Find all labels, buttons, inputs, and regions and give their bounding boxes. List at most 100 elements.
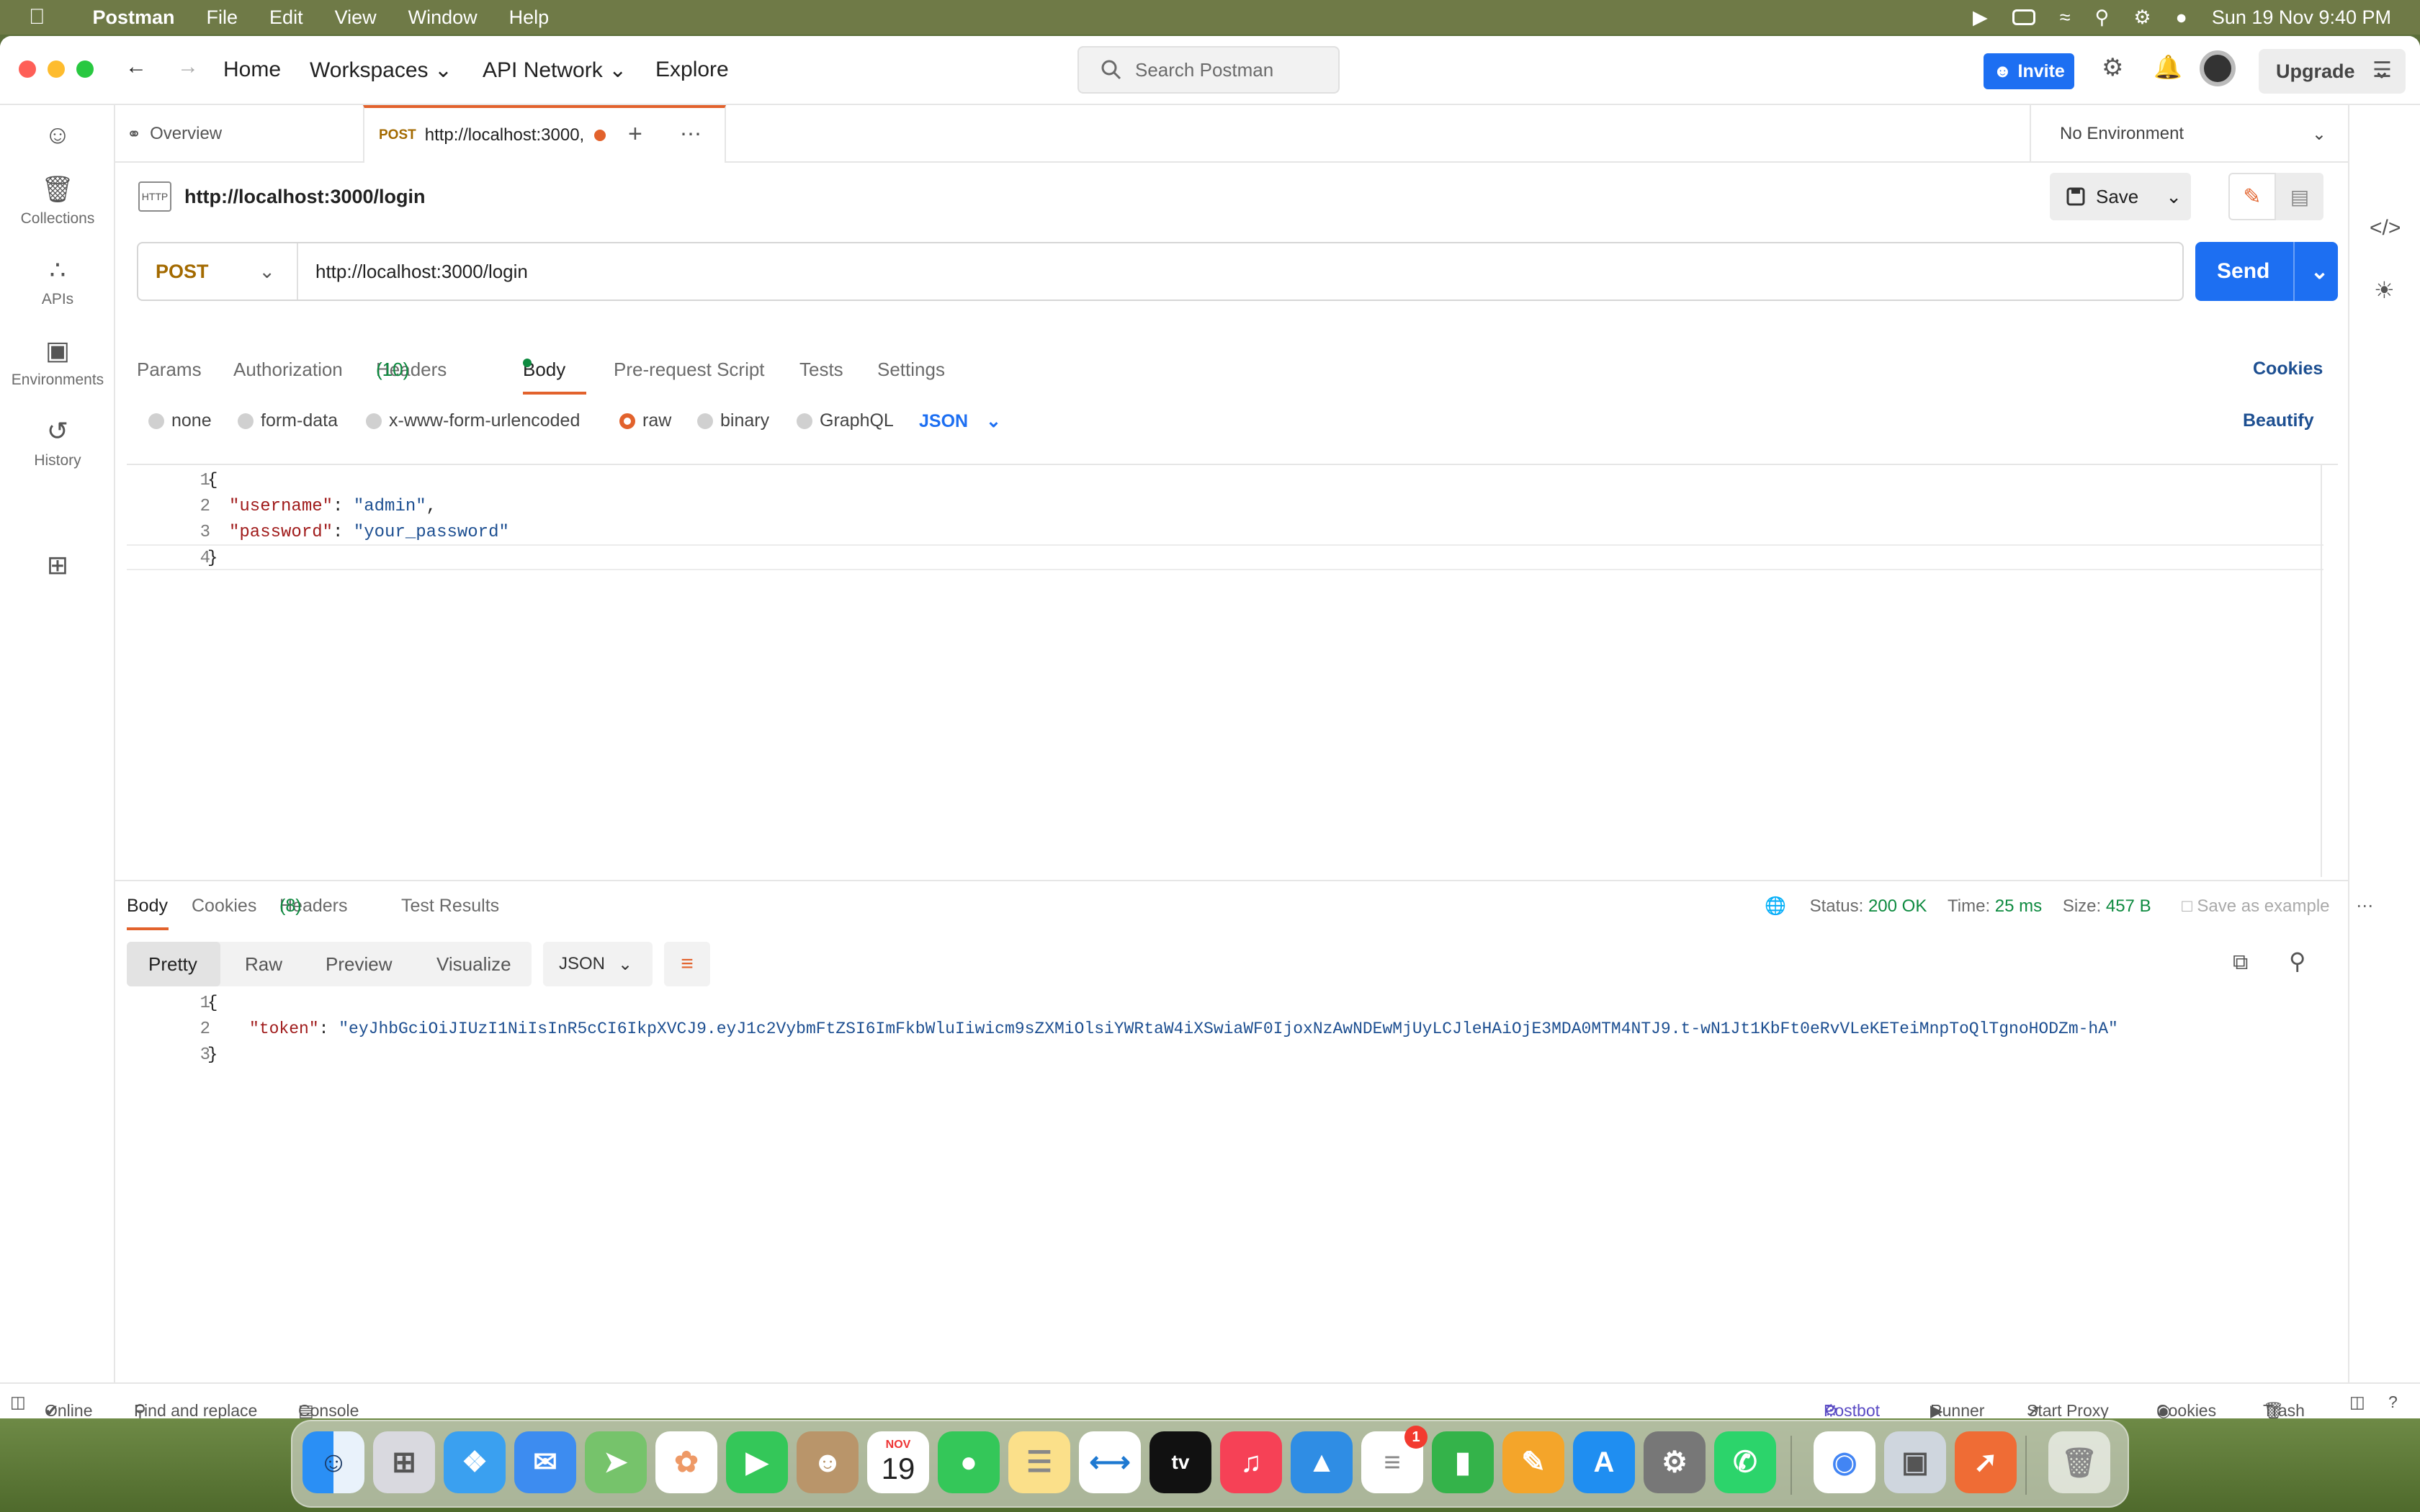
tab-authorization[interactable]: Authorization: [233, 359, 343, 381]
view-pretty[interactable]: Pretty: [148, 953, 197, 976]
more-options-icon[interactable]: ⋯: [2356, 896, 2373, 916]
status-code[interactable]: 200 OK: [1868, 896, 1927, 916]
radio-none[interactable]: none: [148, 410, 212, 431]
workspaces-menu[interactable]: Workspaces ⌄: [310, 58, 452, 83]
vscode-icon[interactable]: ⟷: [1079, 1431, 1141, 1493]
search-response-icon[interactable]: ⚲: [2289, 948, 2305, 975]
environment-select[interactable]: No Environment ⌄: [2030, 105, 2348, 163]
response-divider[interactable]: [115, 880, 2348, 881]
finder-icon[interactable]: ☺: [302, 1431, 364, 1493]
chrome-icon[interactable]: ◉: [1814, 1431, 1876, 1493]
close-window-button[interactable]: [19, 60, 36, 78]
view-preview[interactable]: Preview: [326, 953, 392, 976]
spotlight-icon[interactable]: ⚲: [2095, 6, 2110, 29]
wrap-lines-icon[interactable]: ≡: [664, 942, 710, 986]
explore-link[interactable]: Explore: [655, 58, 729, 82]
back-arrow-icon[interactable]: ←: [125, 55, 147, 79]
pages-icon[interactable]: ✎: [1502, 1431, 1564, 1493]
response-size[interactable]: 457 B: [2106, 896, 2151, 916]
menu-edit[interactable]: Edit: [269, 6, 303, 29]
menu-view[interactable]: View: [335, 6, 377, 29]
response-body-viewer[interactable]: 1 2 3 { "token": "eyJhbGciOiJIUzI1NiIsIn…: [127, 994, 2338, 1066]
sidebar-item-apis[interactable]: ∴ APIs: [0, 255, 115, 308]
play-icon[interactable]: ▶: [1973, 6, 1988, 29]
numbers-icon[interactable]: ▮: [1432, 1431, 1494, 1493]
method-select[interactable]: POST ⌄: [138, 243, 298, 300]
forward-arrow-icon[interactable]: →: [177, 55, 199, 79]
control-center-icon[interactable]: ⚙: [2133, 6, 2151, 29]
copy-icon[interactable]: ⧉: [2233, 950, 2248, 975]
radio-urlencoded[interactable]: x-www-form-urlencoded: [366, 410, 580, 431]
tab-tests[interactable]: Tests: [799, 359, 843, 381]
cookies-link[interactable]: Cookies: [2253, 359, 2323, 379]
help-icon[interactable]: ?: [2388, 1392, 2398, 1412]
notifications-bell-icon[interactable]: 🔔: [2154, 53, 2182, 81]
menu-help[interactable]: Help: [509, 6, 550, 29]
layout-icon[interactable]: ◫: [2349, 1392, 2365, 1412]
response-tab-test-results[interactable]: Test Results: [401, 896, 499, 917]
keynote-icon[interactable]: ▲: [1291, 1431, 1353, 1493]
edit-pencil-icon[interactable]: ✎: [2228, 173, 2276, 220]
tab-active-request[interactable]: POST http://localhost:3000,: [363, 105, 726, 163]
sidebar-item-collections[interactable]: 🗑 Collections: [0, 174, 115, 228]
body-format-select[interactable]: JSON ⌄: [919, 410, 1001, 432]
document-icon[interactable]: ☰: [2372, 58, 2392, 83]
apple-tv-icon[interactable]: tv: [1150, 1431, 1211, 1493]
reminders-icon[interactable]: ≡ 1: [1361, 1426, 1428, 1493]
whatsapp-icon[interactable]: ✆: [1714, 1431, 1776, 1493]
tab-settings[interactable]: Settings: [877, 359, 945, 381]
sidebar-add-apps-icon[interactable]: ⊞: [0, 550, 115, 586]
search-input[interactable]: Search Postman: [1077, 46, 1340, 94]
url-input[interactable]: http://localhost:3000/login: [315, 261, 528, 283]
radio-graphql[interactable]: GraphQL: [797, 410, 894, 431]
maps-icon[interactable]: ➤: [585, 1431, 647, 1493]
avatar[interactable]: [2200, 50, 2236, 86]
mail-icon[interactable]: ✉: [514, 1431, 576, 1493]
response-time[interactable]: 25 ms: [1995, 896, 2042, 916]
view-raw[interactable]: Raw: [245, 953, 282, 976]
photos-icon[interactable]: ✿: [655, 1431, 717, 1493]
menu-file[interactable]: File: [207, 6, 238, 29]
battery-icon[interactable]: [2012, 9, 2035, 25]
toggle-sidebar-icon[interactable]: ◫: [10, 1392, 26, 1412]
zoom-window-button[interactable]: [76, 60, 94, 78]
menubar-datetime[interactable]: Sun 19 Nov 9:40 PM: [2212, 6, 2391, 29]
response-tab-body[interactable]: Body: [127, 896, 168, 917]
response-format-select[interactable]: JSON ⌄: [543, 942, 653, 986]
save-button[interactable]: Save ⌄: [2050, 173, 2191, 220]
music-icon[interactable]: ♫: [1220, 1431, 1282, 1493]
more-tabs-icon[interactable]: ⋯: [680, 105, 702, 163]
lightbulb-icon[interactable]: ☀: [2374, 276, 2395, 304]
tab-params[interactable]: Params: [137, 359, 202, 381]
launchpad-icon[interactable]: ⊞: [373, 1431, 435, 1493]
response-tab-cookies[interactable]: Cookies: [192, 896, 256, 917]
tab-overview[interactable]: ⚭ Overview: [127, 105, 372, 163]
trash-icon[interactable]: 🗑: [2048, 1431, 2110, 1493]
sidebar-item-history[interactable]: ↺ History: [0, 416, 115, 469]
send-button[interactable]: Send ⌄: [2195, 242, 2338, 301]
new-tab-plus-icon[interactable]: +: [628, 105, 642, 163]
home-link[interactable]: Home: [223, 58, 281, 82]
invite-button[interactable]: ☻ Invite: [1984, 53, 2074, 89]
globe-icon[interactable]: 🌐: [1765, 896, 1786, 916]
preview-icon[interactable]: ▣: [1884, 1431, 1946, 1493]
wifi-icon[interactable]: ≈: [2060, 6, 2071, 29]
apple-icon[interactable]: : [29, 5, 45, 30]
save-as-example-button[interactable]: □ Save as example: [2182, 896, 2329, 916]
view-visualize[interactable]: Visualize: [436, 953, 511, 976]
code-icon[interactable]: </>: [2370, 216, 2401, 240]
settings-gear-icon[interactable]: ⚙: [2102, 53, 2123, 82]
messages-icon[interactable]: ●: [938, 1431, 1000, 1493]
siri-icon[interactable]: ●: [2176, 6, 2187, 29]
postman-icon[interactable]: ➚: [1955, 1431, 2017, 1493]
request-body-editor[interactable]: 1 2 3 4 { "username": "admin", "password…: [127, 464, 2338, 877]
sidebar-item-environments[interactable]: ▣ Environments: [0, 336, 115, 389]
api-network-menu[interactable]: API Network ⌄: [483, 58, 627, 83]
sidebar-user-icon[interactable]: ☺: [0, 120, 115, 156]
facetime-icon[interactable]: ▶: [726, 1431, 788, 1493]
radio-raw[interactable]: raw: [619, 410, 671, 431]
beautify-link[interactable]: Beautify: [2243, 410, 2314, 431]
radio-binary[interactable]: binary: [697, 410, 769, 431]
system-settings-icon[interactable]: ⚙: [1644, 1431, 1706, 1493]
menu-app-name[interactable]: Postman: [93, 6, 175, 29]
